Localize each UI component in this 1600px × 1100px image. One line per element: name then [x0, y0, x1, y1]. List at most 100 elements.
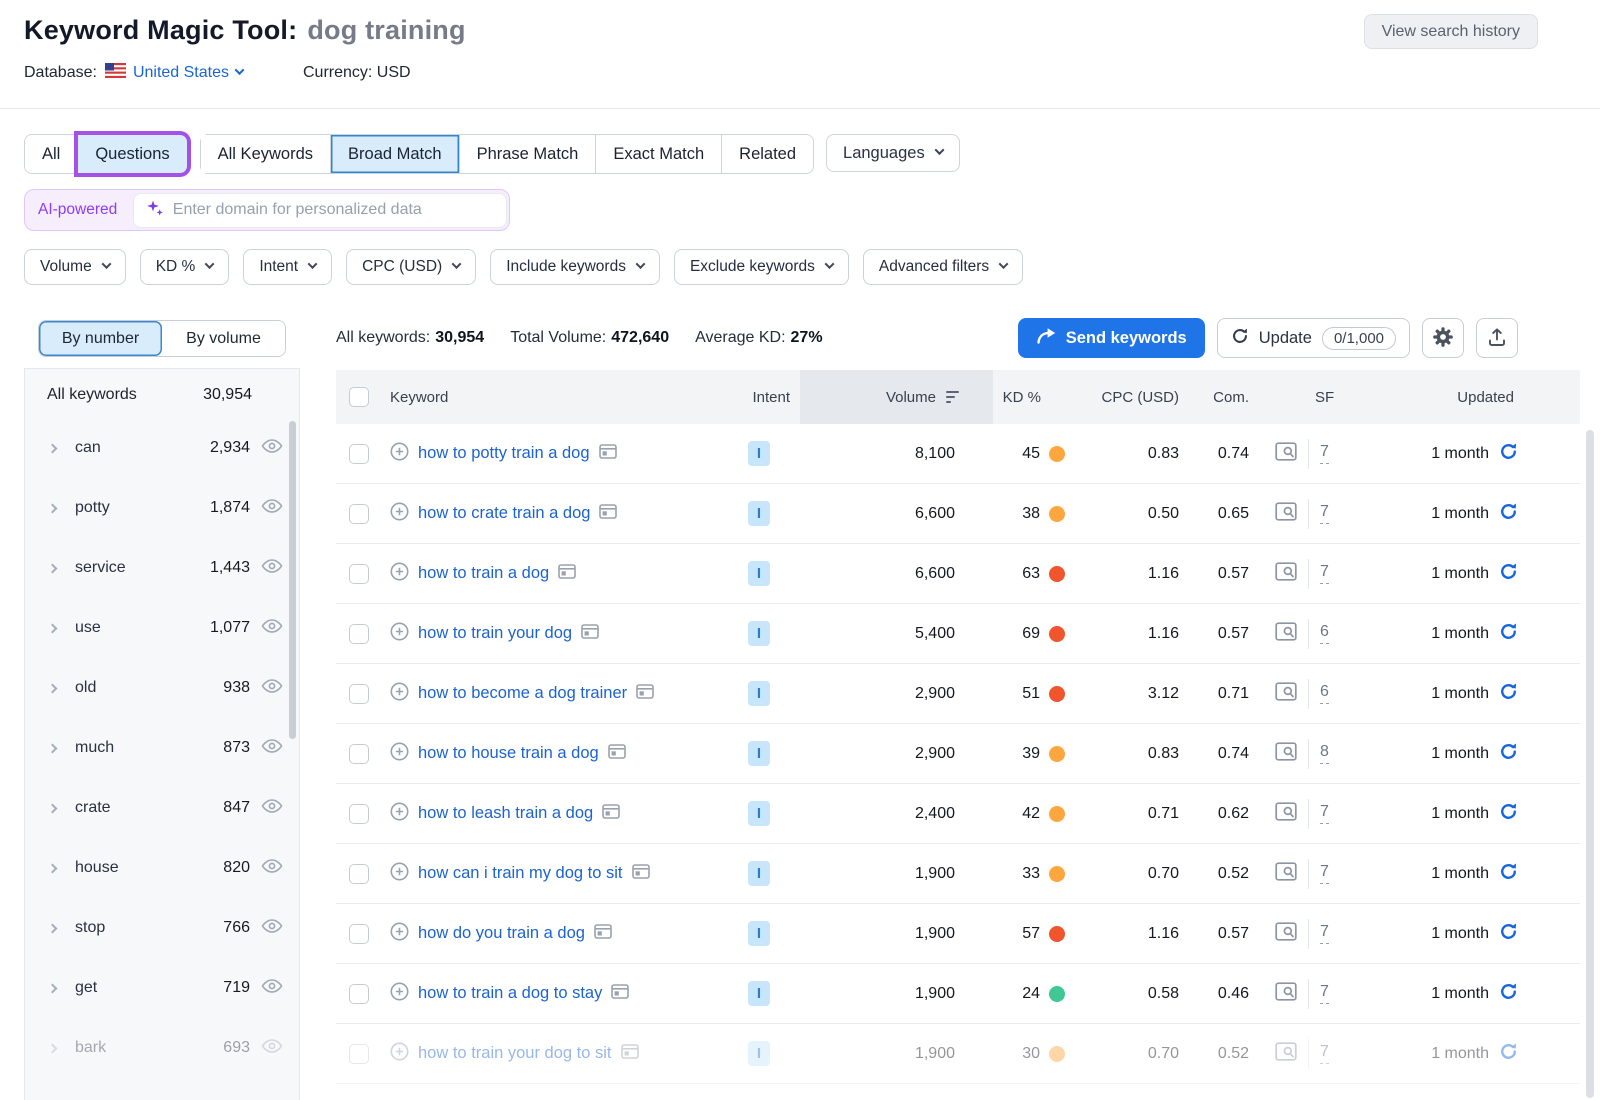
keyword-group-item[interactable]: can 2,934 [25, 418, 299, 478]
intent-badge-informational[interactable]: I [748, 741, 770, 766]
filter-dropdown[interactable]: Include keywords [490, 249, 660, 285]
serp-window-icon[interactable] [608, 744, 626, 764]
eye-icon[interactable] [261, 558, 283, 579]
keyword-group-item[interactable]: use 1,077 [25, 598, 299, 658]
tab-match-type[interactable]: All Keywords [201, 135, 331, 173]
filter-dropdown[interactable]: Exclude keywords [674, 249, 849, 285]
serp-preview-icon[interactable] [1275, 802, 1297, 826]
keyword-link[interactable]: how to potty train a dog [418, 444, 590, 463]
intent-badge-informational[interactable]: I [748, 501, 770, 526]
col-sf[interactable]: SF [1261, 389, 1361, 406]
select-all-checkbox[interactable] [349, 387, 369, 407]
intent-badge-informational[interactable]: I [748, 861, 770, 886]
tab-questions[interactable]: Questions [78, 135, 186, 173]
eye-icon[interactable] [261, 858, 283, 879]
serp-features-count[interactable]: 7 [1320, 983, 1329, 1004]
domain-input-wrap[interactable] [133, 193, 507, 228]
add-keyword-icon[interactable] [390, 742, 409, 766]
keyword-group-item[interactable]: house 820 [25, 838, 299, 898]
intent-badge-informational[interactable]: I [748, 921, 770, 946]
serp-features-count[interactable]: 7 [1320, 1043, 1329, 1064]
update-button[interactable]: Update 0/1,000 [1217, 318, 1410, 358]
add-keyword-icon[interactable] [390, 922, 409, 946]
keyword-link[interactable]: how to train your dog to sit [418, 1044, 612, 1063]
eye-icon[interactable] [261, 738, 283, 759]
serp-preview-icon[interactable] [1275, 622, 1297, 646]
keyword-group-item[interactable]: much 873 [25, 718, 299, 778]
row-checkbox[interactable] [349, 504, 369, 524]
serp-window-icon[interactable] [632, 864, 650, 884]
send-keywords-button[interactable]: Send keywords [1018, 318, 1205, 358]
export-button[interactable] [1476, 318, 1518, 358]
all-keywords-group[interactable]: All keywords 30,954 [25, 369, 299, 418]
row-refresh-icon[interactable] [1499, 502, 1518, 526]
row-checkbox[interactable] [349, 1044, 369, 1064]
row-refresh-icon[interactable] [1499, 922, 1518, 946]
tab-match-type[interactable]: Phrase Match [460, 135, 597, 173]
add-keyword-icon[interactable] [390, 682, 409, 706]
domain-input[interactable] [173, 201, 494, 219]
eye-icon[interactable] [261, 978, 283, 999]
serp-preview-icon[interactable] [1275, 682, 1297, 706]
add-keyword-icon[interactable] [390, 502, 409, 526]
keyword-link[interactable]: how do you train a dog [418, 924, 585, 943]
serp-preview-icon[interactable] [1275, 922, 1297, 946]
serp-preview-icon[interactable] [1275, 862, 1297, 886]
serp-preview-icon[interactable] [1275, 502, 1297, 526]
intent-badge-informational[interactable]: I [748, 621, 770, 646]
toggle-by-number[interactable]: By number [39, 321, 162, 356]
eye-icon[interactable] [261, 798, 283, 819]
intent-badge-informational[interactable]: I [748, 981, 770, 1006]
table-settings-button[interactable] [1422, 318, 1464, 358]
serp-preview-icon[interactable] [1275, 742, 1297, 766]
row-checkbox[interactable] [349, 624, 369, 644]
add-keyword-icon[interactable] [390, 442, 409, 466]
filter-dropdown[interactable]: Intent [243, 249, 332, 285]
keyword-group-item[interactable]: bark 693 [25, 1018, 299, 1078]
eye-icon[interactable] [261, 1038, 283, 1059]
col-intent[interactable]: Intent [718, 389, 800, 406]
serp-features-count[interactable]: 7 [1320, 563, 1329, 584]
row-checkbox[interactable] [349, 984, 369, 1004]
keyword-link[interactable]: how to house train a dog [418, 744, 599, 763]
table-scrollbar[interactable] [1586, 430, 1594, 1098]
eye-icon[interactable] [261, 918, 283, 939]
col-keyword[interactable]: Keyword [382, 389, 718, 406]
serp-features-count[interactable]: 7 [1320, 503, 1329, 524]
serp-window-icon[interactable] [599, 504, 617, 524]
serp-features-count[interactable]: 7 [1320, 863, 1329, 884]
serp-window-icon[interactable] [581, 624, 599, 644]
row-refresh-icon[interactable] [1499, 802, 1518, 826]
serp-window-icon[interactable] [611, 984, 629, 1004]
col-cpc[interactable]: CPC (USD) [1071, 389, 1189, 406]
serp-window-icon[interactable] [558, 564, 576, 584]
sidebar-scrollbar[interactable] [289, 421, 296, 739]
row-refresh-icon[interactable] [1499, 982, 1518, 1006]
intent-badge-informational[interactable]: I [748, 681, 770, 706]
add-keyword-icon[interactable] [390, 622, 409, 646]
row-checkbox[interactable] [349, 924, 369, 944]
serp-features-count[interactable]: 7 [1320, 803, 1329, 824]
keyword-link[interactable]: how to become a dog trainer [418, 684, 627, 703]
serp-features-count[interactable]: 6 [1320, 683, 1329, 704]
intent-badge-informational[interactable]: I [748, 561, 770, 586]
filter-dropdown[interactable]: CPC (USD) [346, 249, 476, 285]
view-search-history-button[interactable]: View search history [1364, 14, 1538, 49]
keyword-group-item[interactable]: stop 766 [25, 898, 299, 958]
serp-features-count[interactable]: 6 [1320, 623, 1329, 644]
keyword-link[interactable]: how to train a dog [418, 564, 549, 583]
languages-dropdown[interactable]: Languages [826, 134, 960, 172]
serp-window-icon[interactable] [602, 804, 620, 824]
col-com[interactable]: Com. [1189, 389, 1261, 406]
row-checkbox[interactable] [349, 804, 369, 824]
row-refresh-icon[interactable] [1499, 1042, 1518, 1066]
serp-preview-icon[interactable] [1275, 562, 1297, 586]
serp-features-count[interactable]: 8 [1320, 743, 1329, 764]
toggle-by-volume[interactable]: By volume [162, 321, 285, 356]
eye-icon[interactable] [261, 618, 283, 639]
intent-badge-informational[interactable]: I [748, 801, 770, 826]
eye-icon[interactable] [261, 678, 283, 699]
row-checkbox[interactable] [349, 444, 369, 464]
keyword-link[interactable]: how to train a dog to stay [418, 984, 602, 1003]
serp-features-count[interactable]: 7 [1320, 923, 1329, 944]
